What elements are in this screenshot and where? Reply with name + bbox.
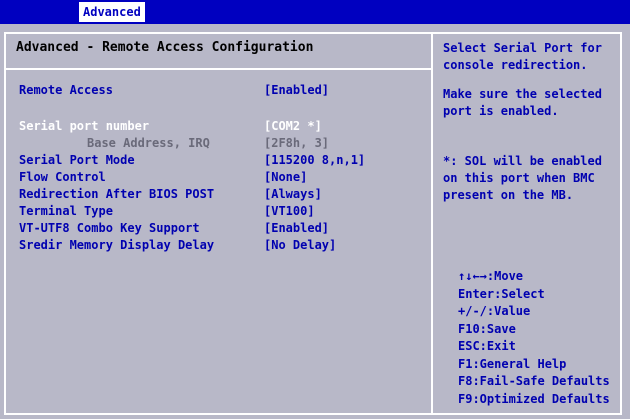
setting-value[interactable]: [None] [264,169,307,186]
setting-value[interactable]: [Enabled] [264,220,329,237]
setting-label: Remote Access [19,83,113,97]
setting-value[interactable]: [Enabled] [264,82,329,99]
setting-label: Redirection After BIOS POST [19,187,215,201]
key-save: F10:Save [458,321,516,336]
setting-base-address-irq: Base Address, IRQ [2F8h, 3] [19,135,419,152]
help-line: Make sure the selected [443,87,602,101]
setting-label: Terminal Type [19,204,113,218]
page-title: Advanced - Remote Access Configuration [16,40,314,55]
key-legend: ↑↓←→:Move Enter:Select +/-/:Value F10:Sa… [458,268,628,408]
setting-label: Serial Port Mode [19,153,135,167]
key-move: ↑↓←→:Move [458,269,524,283]
key-exit: ESC:Exit [458,339,516,353]
help-line: present on the MB. [443,188,574,202]
help-text-3: *: SOL will be enabled on this port when… [443,153,623,204]
setting-value[interactable]: [115200 8,n,1] [264,152,365,169]
help-line: console redirection. [443,58,588,72]
title-divider [6,68,431,70]
bios-screen: Advanced Advanced - Remote Access Config… [0,0,630,419]
setting-serial-port-mode[interactable]: Serial Port Mode [115200 8,n,1] [19,152,419,169]
help-line: *: SOL will be enabled [443,154,602,168]
help-line: port is enabled. [443,104,559,118]
key-general-help: F1:General Help [458,356,567,371]
menu-bar: Advanced [0,0,630,24]
help-text-2: Make sure the selected port is enabled. [443,86,623,120]
key-select: Enter:Select [458,286,545,301]
key-fail-safe: F8:Fail-Safe Defaults [458,374,610,388]
setting-value[interactable]: [COM2 *] [264,118,322,135]
setting-terminal-type[interactable]: Terminal Type [VT100] [19,203,419,220]
setting-label: Sredir Memory Display Delay [19,238,215,252]
setting-serial-port-number[interactable]: Serial port number [COM2 *] [19,118,419,135]
setting-sredir-memory-delay[interactable]: Sredir Memory Display Delay [No Delay] [19,237,419,254]
setting-value[interactable]: [No Delay] [264,237,336,254]
setting-label: Flow Control [19,170,106,184]
setting-vt-utf8-combo-key[interactable]: VT-UTF8 Combo Key Support [Enabled] [19,220,419,237]
help-line: Select Serial Port for [443,41,602,55]
setting-remote-access[interactable]: Remote Access [Enabled] [19,82,419,99]
setting-value[interactable]: [Always] [264,186,322,203]
key-optimized: F9:Optimized Defaults [458,391,610,406]
help-text-1: Select Serial Port for console redirecti… [443,40,623,74]
setting-value: [2F8h, 3] [264,136,330,150]
key-value: +/-/:Value [458,304,531,318]
setting-label: Base Address, IRQ [87,136,210,150]
setting-value[interactable]: [VT100] [264,203,315,220]
setting-redirection-after-post[interactable]: Redirection After BIOS POST [Always] [19,186,419,203]
setting-label: Serial port number [19,119,150,133]
help-line: on this port when BMC [443,171,595,185]
tab-advanced[interactable]: Advanced [79,2,145,22]
help-divider [431,34,433,413]
setting-flow-control[interactable]: Flow Control [None] [19,169,419,186]
setting-label: VT-UTF8 Combo Key Support [19,221,200,235]
